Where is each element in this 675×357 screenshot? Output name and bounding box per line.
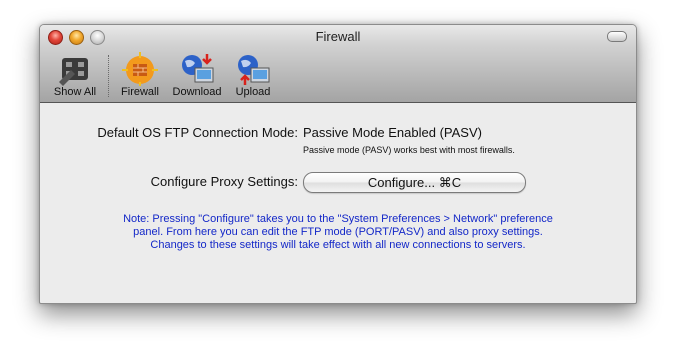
configure-note: Note: Pressing "Configure" takes you to … <box>123 213 553 251</box>
download-icon <box>182 54 214 83</box>
toolbar-item-download[interactable]: Download <box>169 52 225 98</box>
toolbar-item-show-all[interactable]: Show All <box>46 52 104 98</box>
toolbar-label-download: Download <box>172 86 222 98</box>
configure-button[interactable]: Configure... ⌘C <box>303 172 526 193</box>
ftp-mode-label: Default OS FTP Connection Mode: <box>97 125 298 140</box>
upload-icon <box>238 55 270 85</box>
proxy-settings-label: Configure Proxy Settings: <box>150 174 298 189</box>
preference-pane: Default OS FTP Connection Mode: Passive … <box>40 103 636 303</box>
show-all-icon <box>59 58 88 86</box>
ftp-mode-value: Passive Mode Enabled (PASV) <box>303 125 482 140</box>
toolbar-label-upload: Upload <box>235 86 271 98</box>
toolbar-item-firewall[interactable]: Firewall <box>116 52 164 98</box>
window-title: Firewall <box>315 29 361 44</box>
toolbar-label-show-all: Show All <box>53 86 97 98</box>
firewall-icon <box>122 52 158 86</box>
toolbar-toggle-button[interactable] <box>607 31 627 42</box>
ftp-mode-hint: Passive mode (PASV) works best with most… <box>303 145 515 155</box>
toolbar-item-upload[interactable]: Upload <box>231 52 275 98</box>
titlebar-toolbar: Firewall Show All Firewall Download Uplo… <box>40 25 636 103</box>
preferences-window: Firewall Show All Firewall Download Uplo… <box>39 24 637 304</box>
toolbar-label-firewall: Firewall <box>121 86 159 98</box>
toolbar-separator <box>108 55 109 97</box>
